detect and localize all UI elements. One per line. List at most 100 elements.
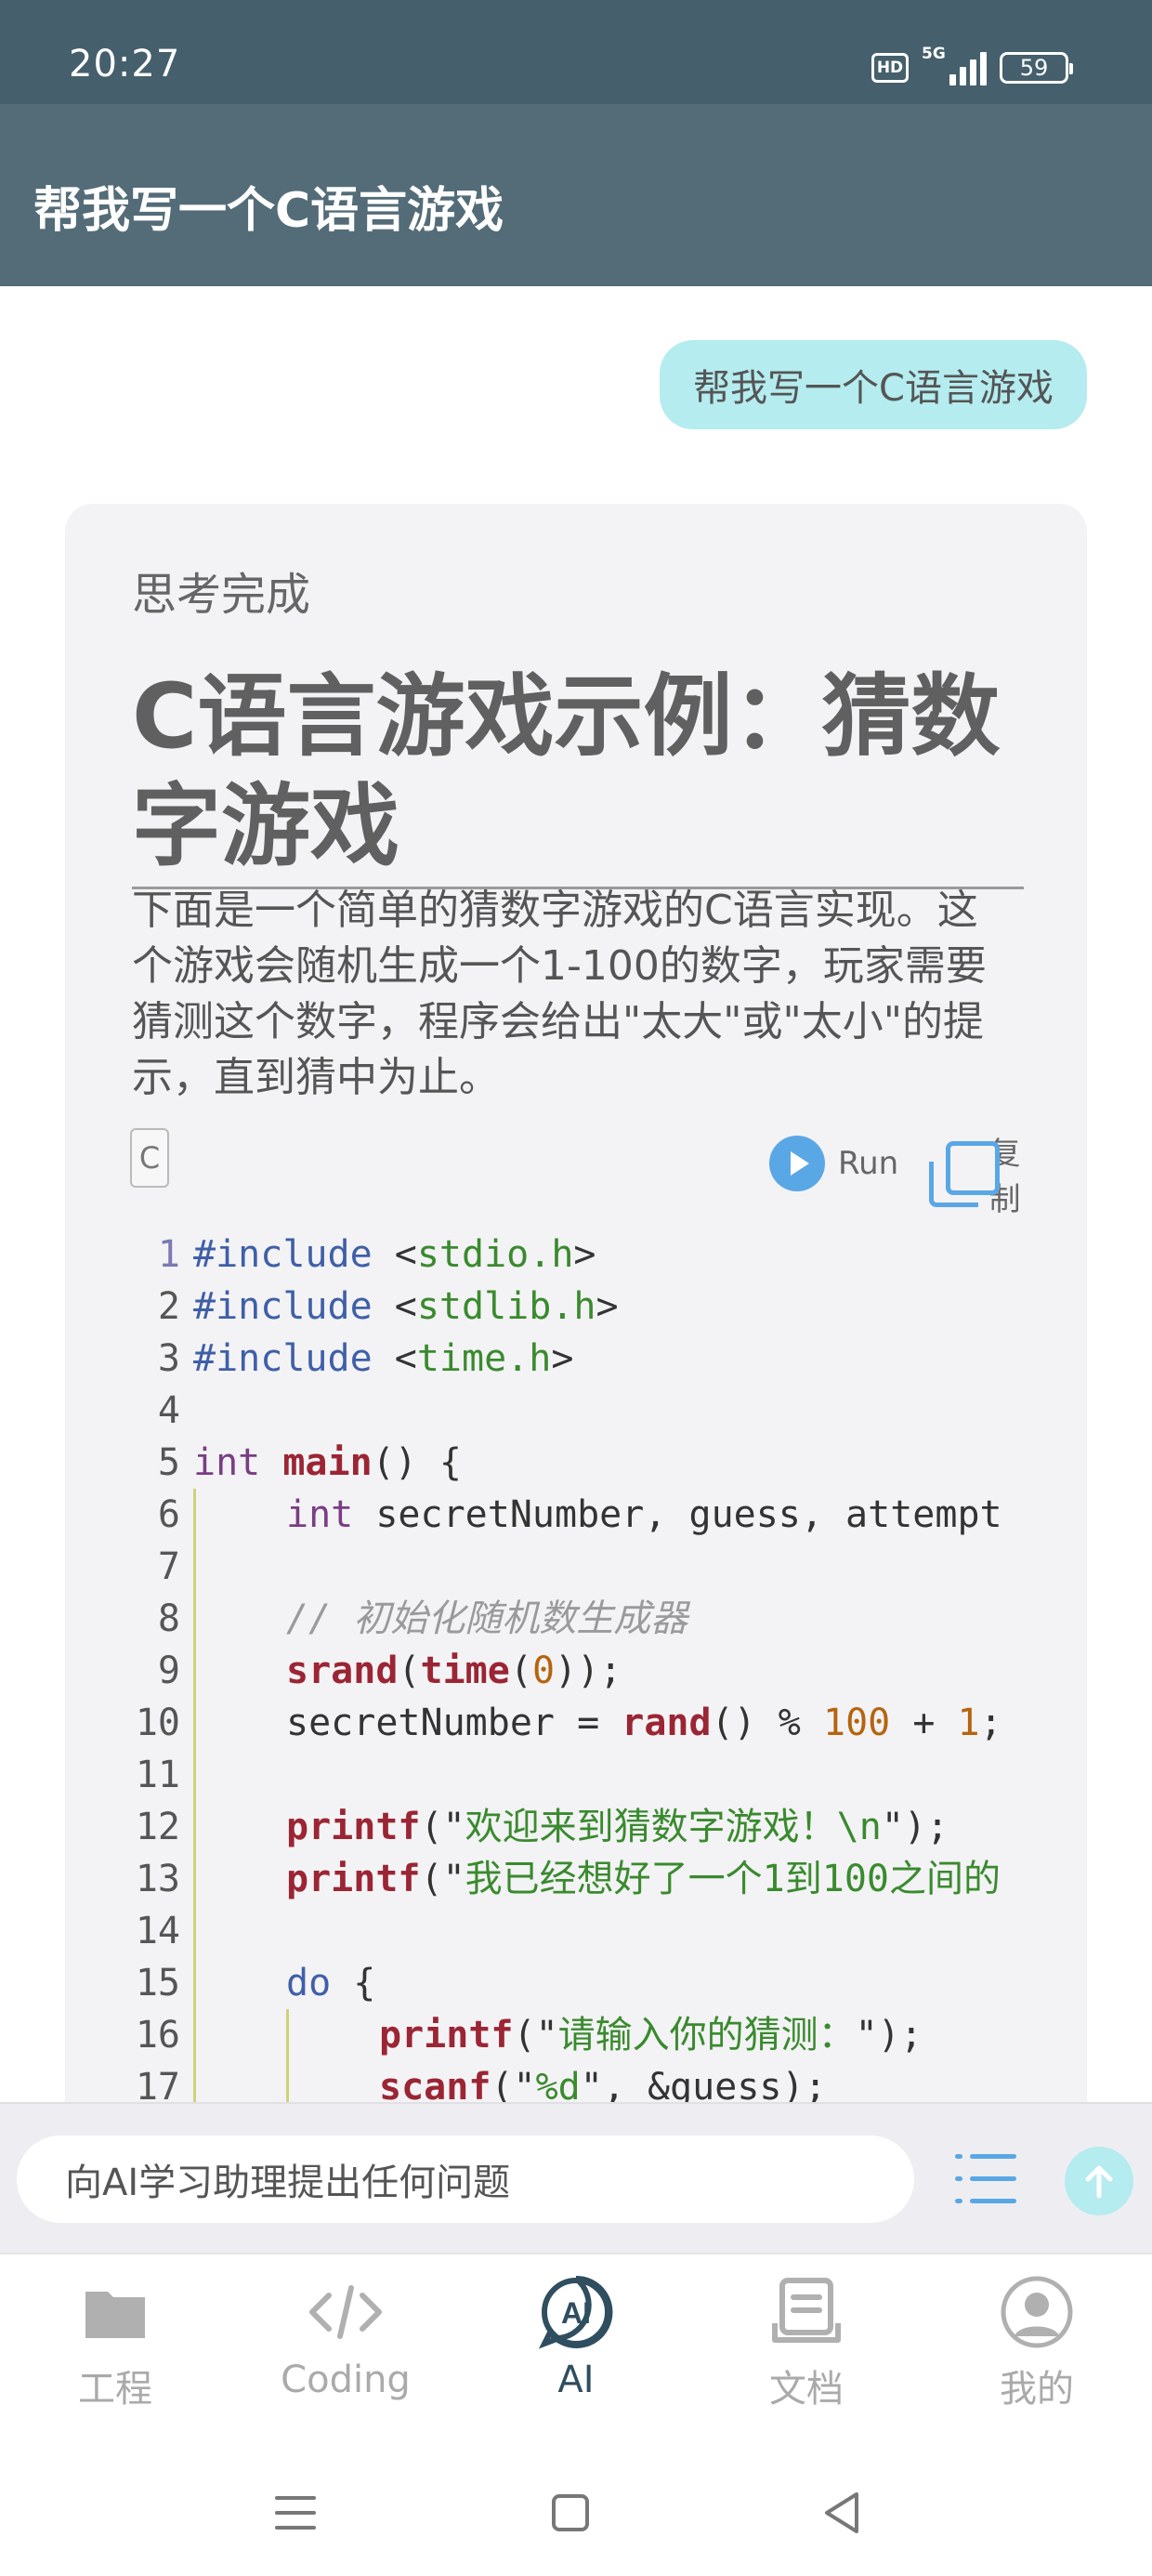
play-icon bbox=[769, 1136, 825, 1191]
code-line: 3 #include <time.h> bbox=[65, 1333, 1022, 1385]
nav-item-coding[interactable]: Coding bbox=[230, 2254, 461, 2459]
battery-icon: 59 bbox=[1000, 52, 1073, 84]
system-nav-bar bbox=[0, 2457, 1152, 2576]
document-icon bbox=[772, 2278, 841, 2343]
code-line: 1 #include <stdio.h> bbox=[65, 1229, 1022, 1281]
line-number: 4 bbox=[157, 1389, 180, 1432]
code-language-tag: C bbox=[130, 1128, 169, 1188]
run-label: Run bbox=[838, 1145, 899, 1182]
code-text: printf("请输入你的猜测："); bbox=[379, 2014, 923, 2057]
arrow-up-icon bbox=[1085, 2165, 1113, 2199]
line-number: 10 bbox=[135, 1702, 180, 1744]
indent-guide bbox=[193, 2009, 196, 2061]
code-text: printf("欢迎来到猜数字游戏！\n"); bbox=[286, 1806, 949, 1848]
nav-item-docs[interactable]: 文档 bbox=[691, 2254, 922, 2459]
indent-guide bbox=[193, 1697, 196, 1749]
line-number: 1 bbox=[157, 1233, 180, 1276]
nav-label: AI bbox=[557, 2359, 595, 2401]
answer-heading-line: C语言游戏示例：猜数 bbox=[132, 664, 1001, 769]
code-line: 16 printf("请输入你的猜测："); bbox=[65, 2009, 1022, 2061]
indent-guide bbox=[193, 1957, 196, 2009]
code-text: scanf("%d", &guess); bbox=[379, 2066, 827, 2102]
paragraph-line: 示，直到猜中为止。 bbox=[132, 1054, 500, 1101]
line-number: 13 bbox=[135, 1858, 180, 1900]
page-title: 帮我写一个C语言游戏 bbox=[33, 183, 504, 239]
user-message-bubble: 帮我写一个C语言游戏 bbox=[660, 340, 1087, 429]
answer-heading-line: 字游戏 bbox=[132, 774, 399, 878]
indent-guide bbox=[193, 1853, 196, 1905]
code-line: 7 bbox=[65, 1541, 1022, 1593]
svg-text:AI: AI bbox=[561, 2296, 591, 2330]
run-button[interactable]: Run bbox=[769, 1136, 898, 1191]
code-text: printf("我已经想好了一个1到100之间的 bbox=[286, 1858, 1001, 1900]
folder-icon bbox=[85, 2292, 145, 2338]
nav-item-project[interactable]: 工程 bbox=[0, 2254, 230, 2459]
code-line: 9 srand(time(0)); bbox=[65, 1645, 1022, 1697]
code-toolbar: C Run 复制 bbox=[128, 1128, 1033, 1218]
indent-guide bbox=[193, 2061, 196, 2102]
back-icon[interactable] bbox=[816, 2485, 871, 2541]
code-line: 2 #include <stdlib.h> bbox=[65, 1281, 1022, 1333]
code-line: 17 scanf("%d", &guess); bbox=[65, 2061, 1022, 2102]
status-bar: 20:27 HD 5G 59 bbox=[0, 0, 1152, 104]
indent-guide bbox=[193, 1593, 196, 1645]
line-number: 8 bbox=[157, 1597, 180, 1640]
code-text: int secretNumber, guess, attempt bbox=[286, 1493, 1002, 1536]
code-icon bbox=[309, 2285, 382, 2339]
paragraph-line: 下面是一个简单的猜数字游戏的C语言实现。这 bbox=[132, 887, 978, 934]
code-text: int main() { bbox=[193, 1441, 462, 1484]
nav-item-profile[interactable]: 我的 bbox=[922, 2254, 1152, 2459]
code-text: do { bbox=[286, 1962, 376, 2004]
indent-guide bbox=[193, 1645, 196, 1697]
indent-guide bbox=[193, 1541, 196, 1593]
hd-icon: HD bbox=[871, 53, 909, 83]
nav-label: Coding bbox=[281, 2359, 411, 2401]
code-text: secretNumber = rand() % 100 + 1; bbox=[286, 1702, 1002, 1744]
code-line: 5 int main() { bbox=[65, 1437, 1022, 1489]
list-icon[interactable] bbox=[955, 2149, 1016, 2210]
nav-label: 文档 bbox=[769, 2368, 844, 2411]
question-input[interactable]: 向AI学习助理提出任何问题 bbox=[17, 2136, 914, 2223]
indent-guide bbox=[193, 1489, 196, 1541]
indent-guide bbox=[193, 1749, 196, 1801]
thinking-status: 思考完成 bbox=[132, 569, 311, 621]
answer-paragraph: 下面是一个简单的猜数字游戏的C语言实现。这 个游戏会随机生成一个1-100的数字… bbox=[132, 883, 1033, 1106]
network-type: 5G bbox=[922, 45, 946, 63]
menu-icon[interactable] bbox=[268, 2485, 323, 2541]
code-line: 4 bbox=[65, 1385, 1022, 1437]
send-button[interactable] bbox=[1065, 2147, 1133, 2215]
signal-icon: 5G bbox=[922, 45, 987, 85]
line-number: 3 bbox=[157, 1337, 180, 1380]
nav-item-ai[interactable]: AI AI bbox=[461, 2254, 691, 2459]
code-line: 12 printf("欢迎来到猜数字游戏！\n"); bbox=[65, 1801, 1022, 1853]
bottom-nav: 工程 Coding AI AI 文档 我的 bbox=[0, 2253, 1152, 2457]
home-icon[interactable] bbox=[543, 2485, 598, 2541]
line-number: 14 bbox=[135, 1910, 180, 1952]
code-text: // 初始化随机数生成器 bbox=[286, 1597, 688, 1640]
code-line: 15 do { bbox=[65, 1957, 1022, 2009]
copy-icon bbox=[927, 1141, 1000, 1207]
line-number: 16 bbox=[135, 2014, 180, 2057]
indent-guide bbox=[286, 2061, 289, 2102]
code-text: #include <stdlib.h> bbox=[193, 1285, 619, 1328]
copy-button[interactable]: 复制 bbox=[927, 1128, 1037, 1219]
code-text: #include <stdio.h> bbox=[193, 1233, 596, 1276]
profile-icon bbox=[1001, 2276, 1073, 2348]
line-number: 5 bbox=[157, 1441, 180, 1484]
code-line: 11 bbox=[65, 1749, 1022, 1801]
input-bar: 向AI学习助理提出任何问题 bbox=[0, 2102, 1152, 2253]
ai-icon: AI bbox=[538, 2275, 613, 2349]
code-line: 13 printf("我已经想好了一个1到100之间的 bbox=[65, 1853, 1022, 1905]
code-block: 1 #include <stdio.h> 2 #include <stdlib.h> 3… bbox=[65, 1216, 1022, 2102]
code-text: #include <time.h> bbox=[193, 1337, 574, 1380]
app-bar: 帮我写一个C语言游戏 bbox=[0, 104, 1152, 286]
ai-answer-card: 思考完成 C语言游戏示例：猜数 字游戏 下面是一个简单的猜数字游戏的C语言实现。… bbox=[65, 504, 1087, 2102]
answer-heading: C语言游戏示例：猜数 字游戏 bbox=[132, 662, 1024, 889]
status-time: 20:27 bbox=[69, 43, 181, 85]
battery-level: 59 bbox=[1019, 55, 1049, 81]
paragraph-line: 猜测这个数字，程序会给出"太大"或"太小"的提 bbox=[132, 998, 984, 1045]
indent-guide bbox=[193, 1905, 196, 1957]
paragraph-line: 个游戏会随机生成一个1-100的数字，玩家需要 bbox=[132, 942, 987, 990]
line-number: 11 bbox=[135, 1754, 180, 1796]
nav-label: 我的 bbox=[1000, 2368, 1074, 2411]
